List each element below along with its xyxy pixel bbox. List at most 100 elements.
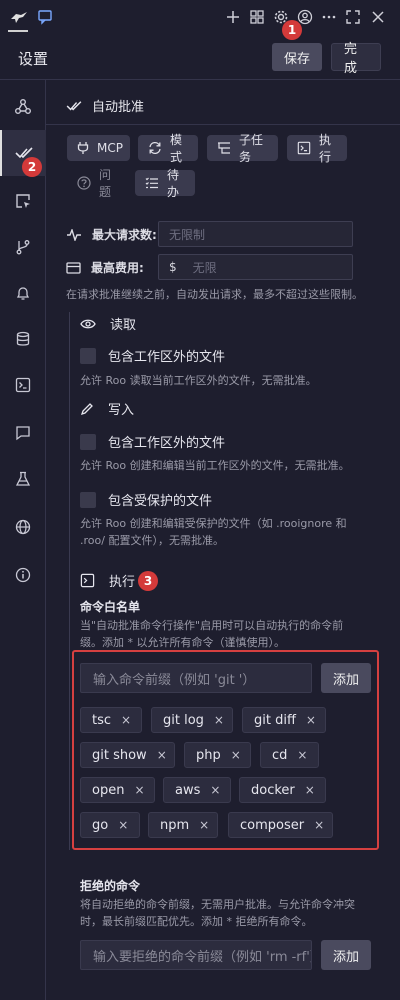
read-outside-checkbox[interactable] [80, 347, 96, 364]
remove-command-icon[interactable]: × [306, 713, 316, 727]
toggle-todos[interactable]: 待办 [135, 168, 195, 199]
command-tag-label: git diff [254, 712, 296, 728]
check-check-icon [66, 100, 82, 110]
remove-command-icon[interactable]: × [231, 748, 241, 762]
remove-command-icon[interactable]: × [199, 818, 209, 832]
auto-approve-section-header: 自动批准 [66, 96, 144, 115]
command-tag-label: git show [92, 747, 147, 763]
kangaroo-logo-icon[interactable] [8, 6, 30, 28]
page-title: 设置 [18, 50, 49, 68]
write-protected-hint-1: 允许 Roo 创建和编辑受保护的文件（如 .rooignore 和 [80, 517, 347, 530]
done-button[interactable]: 完成 [331, 42, 381, 76]
command-tag-label: open [92, 782, 125, 798]
command-tag: open × [80, 777, 155, 803]
denied-prefix-input[interactable]: 输入要拒绝的命令前缀（例如 'rm -rf'） [80, 940, 312, 970]
terminal-icon [297, 141, 311, 155]
remove-command-icon[interactable]: × [134, 783, 144, 797]
remove-command-icon[interactable]: × [210, 783, 220, 797]
currency-symbol: $ [169, 260, 177, 274]
max-requests-label: 最大请求数: [66, 226, 157, 243]
message-square-icon [16, 426, 30, 441]
command-tag: npm × [148, 812, 218, 838]
sidebar-item-experimental[interactable] [0, 456, 46, 502]
plus-icon[interactable] [222, 6, 244, 28]
save-button[interactable]: 保存 [272, 43, 322, 71]
sidebar-item-prompts[interactable] [0, 410, 46, 456]
whitelist-title: 命令白名单 [80, 600, 141, 614]
write-protected-hint-2: .roo/ 配置文件），无需批准。 [80, 534, 224, 547]
sidebar-item-browser[interactable] [0, 178, 46, 224]
refresh-icon [148, 141, 162, 155]
more-icon[interactable] [318, 6, 340, 28]
command-tag: aws × [163, 777, 231, 803]
close-icon[interactable] [367, 6, 389, 28]
command-tag: composer × [228, 812, 333, 838]
write-protected-option[interactable]: 包含受保护的文件 [80, 490, 212, 509]
info-icon [15, 567, 31, 583]
remove-command-icon[interactable]: × [157, 748, 167, 762]
section-divider [46, 124, 400, 125]
chat-history-icon[interactable] [34, 6, 56, 28]
active-tab-indicator [8, 30, 28, 32]
command-prefix-input[interactable]: 输入命令前缀（例如 'git '） [80, 663, 312, 693]
sidebar-item-language[interactable] [0, 504, 46, 550]
command-tag-label: npm [160, 817, 190, 833]
sidebar-item-notifications[interactable] [0, 270, 46, 316]
activity-icon [67, 228, 81, 241]
remove-command-icon[interactable]: × [118, 818, 128, 832]
write-protected-checkbox[interactable] [80, 491, 96, 508]
remove-command-icon[interactable]: × [121, 713, 131, 727]
sidebar-item-about[interactable] [0, 552, 46, 598]
command-tag-label: php [196, 747, 221, 763]
account-icon[interactable] [294, 6, 316, 28]
pointer-box-icon [16, 194, 30, 208]
write-outside-checkbox[interactable] [80, 433, 96, 450]
checklist-icon [145, 177, 159, 189]
step-badge-2: 2 [22, 157, 42, 177]
toggle-execute[interactable]: 执行 [287, 133, 347, 164]
command-tag-label: aws [175, 782, 201, 798]
command-tag: tsc × [80, 707, 142, 733]
database-icon [16, 331, 30, 346]
max-cost-input[interactable]: $ 无限 [158, 254, 353, 280]
read-section-title: 读取 [80, 314, 136, 333]
toggle-subtasks[interactable]: 子任务 [207, 133, 278, 164]
sidebar-item-context[interactable] [0, 316, 46, 362]
terminal-square-icon [15, 377, 31, 393]
command-tag: docker × [239, 777, 326, 803]
toggle-mcp[interactable]: MCP [67, 135, 130, 161]
toggle-modes[interactable]: 模式 [138, 133, 198, 164]
write-outside-hint: 允许 Roo 创建和编辑当前工作区外的文件，无需批准。 [80, 459, 350, 472]
settings-sidebar: 2 [0, 80, 46, 1000]
toggle-questions[interactable]: 问题 [67, 168, 129, 199]
sidebar-item-checkpoints[interactable] [0, 224, 46, 270]
remove-command-icon[interactable]: × [297, 748, 307, 762]
fullscreen-icon[interactable] [342, 6, 364, 28]
step-badge-3: 3 [138, 571, 158, 591]
eye-icon [80, 319, 96, 328]
add-command-button[interactable]: 添加 [321, 663, 371, 693]
denied-hint-1: 将自动拒绝的命令前缀，无需用户批准。与允许命令冲突 [80, 898, 355, 911]
sidebar-item-providers[interactable] [0, 84, 46, 130]
denied-title: 拒绝的命令 [80, 879, 141, 893]
max-requests-input[interactable]: 无限制 [158, 221, 353, 247]
command-tag-label: cd [272, 747, 288, 763]
read-outside-option[interactable]: 包含工作区外的文件 [80, 346, 225, 365]
command-tag-label: tsc [92, 712, 112, 728]
remove-command-icon[interactable]: × [314, 818, 324, 832]
write-outside-option[interactable]: 包含工作区外的文件 [80, 432, 225, 451]
command-tag: git log × [151, 707, 233, 733]
command-tag: git show × [80, 742, 175, 768]
sidebar-item-terminal[interactable] [0, 362, 46, 408]
write-section-title: 写入 [80, 399, 134, 418]
list-tree-icon [217, 142, 231, 154]
settings-header: 设置 保存 完成 [0, 34, 400, 80]
command-tag: cd × [260, 742, 319, 768]
add-denied-button[interactable]: 添加 [321, 940, 371, 970]
max-cost-label: 最高费用: [66, 259, 144, 276]
remove-command-icon[interactable]: × [214, 713, 224, 727]
marketplace-icon[interactable] [246, 6, 268, 28]
command-tag: go × [80, 812, 140, 838]
plug-icon [77, 141, 89, 155]
remove-command-icon[interactable]: × [305, 783, 315, 797]
